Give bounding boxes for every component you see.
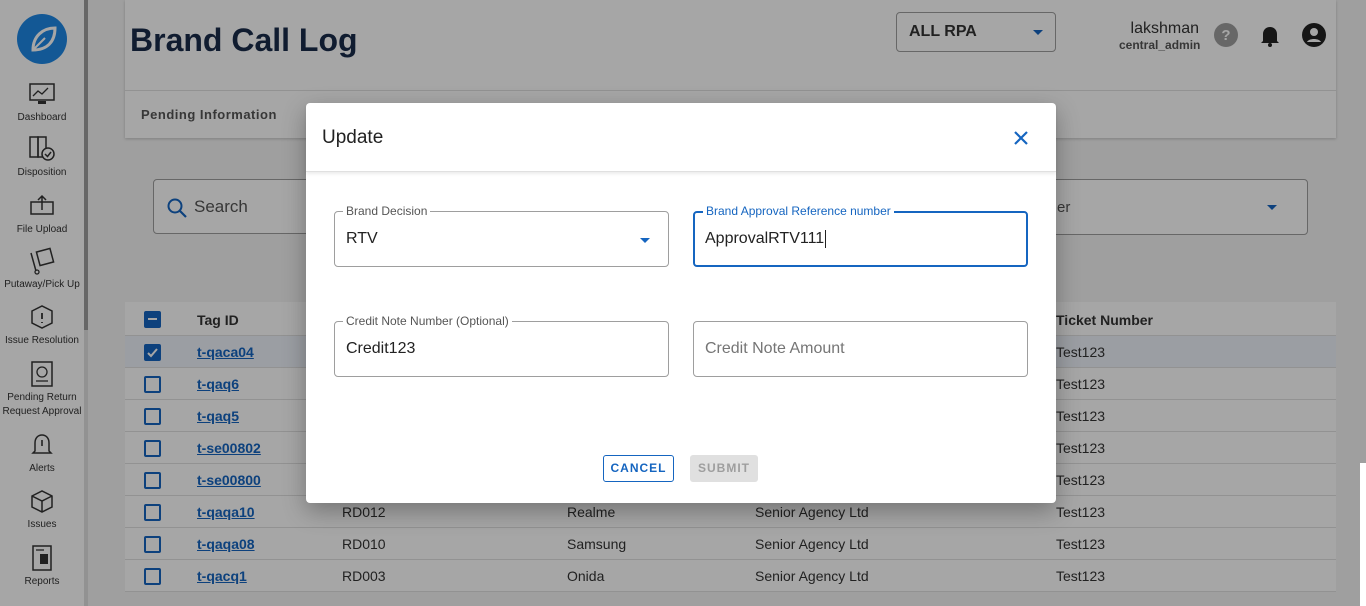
submit-button[interactable]: SUBMIT bbox=[690, 455, 758, 482]
credit-note-amount-placeholder: Credit Note Amount bbox=[705, 340, 845, 357]
credit-note-number-value: Credit123 bbox=[346, 340, 416, 357]
cancel-button[interactable]: CANCEL bbox=[603, 455, 674, 482]
dialog-title: Update bbox=[322, 127, 384, 148]
credit-note-number-label: Credit Note Number (Optional) bbox=[343, 314, 512, 328]
text-cursor bbox=[825, 230, 827, 248]
chevron-down-icon bbox=[640, 238, 650, 243]
brand-decision-select[interactable]: Brand Decision RTV bbox=[334, 204, 669, 267]
dialog-header: Update bbox=[306, 103, 1056, 172]
brand-decision-value: RTV bbox=[346, 230, 378, 247]
backdrop-edge bbox=[1360, 463, 1366, 606]
brand-approval-reference-input[interactable]: Brand Approval Reference number Approval… bbox=[693, 204, 1028, 267]
credit-note-number-input[interactable]: Credit Note Number (Optional) Credit123 bbox=[334, 314, 669, 377]
close-icon[interactable] bbox=[1010, 127, 1032, 149]
update-dialog: Update Brand Decision RTV Brand Approval… bbox=[306, 103, 1056, 503]
brand-decision-label: Brand Decision bbox=[343, 204, 431, 218]
brand-approval-reference-label: Brand Approval Reference number bbox=[703, 204, 894, 218]
credit-note-amount-input[interactable]: Credit Note Amount bbox=[693, 321, 1028, 377]
brand-approval-reference-value: ApprovalRTV111 bbox=[705, 230, 827, 248]
